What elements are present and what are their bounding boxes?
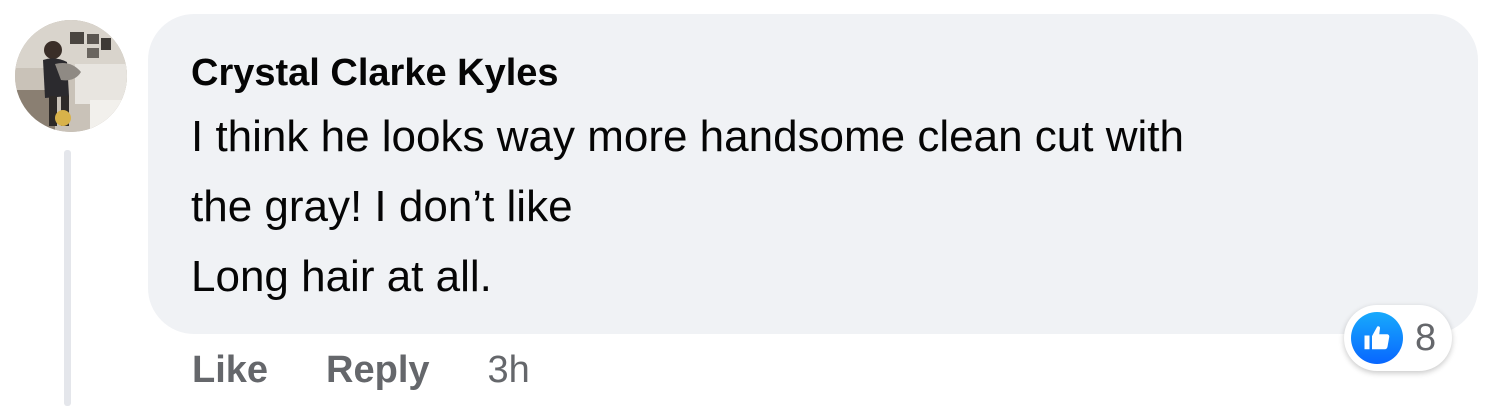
avatar-photo bbox=[15, 20, 127, 132]
comment-timestamp[interactable]: 3h bbox=[488, 349, 530, 392]
thread-line bbox=[64, 150, 71, 406]
comment-bubble: Crystal Clarke Kyles I think he looks wa… bbox=[148, 14, 1478, 334]
comment-container: Crystal Clarke Kyles I think he looks wa… bbox=[0, 0, 1504, 406]
avatar[interactable] bbox=[15, 20, 127, 132]
comment-author[interactable]: Crystal Clarke Kyles bbox=[191, 50, 1438, 96]
reaction-count: 8 bbox=[1415, 316, 1437, 359]
reaction-summary[interactable]: 8 bbox=[1344, 305, 1453, 371]
reply-button[interactable]: Reply bbox=[326, 349, 429, 392]
comment-actions: Like Reply 3h bbox=[192, 344, 530, 396]
like-button[interactable]: Like bbox=[192, 349, 268, 392]
thumbs-up-icon bbox=[1351, 312, 1403, 364]
comment-text: I think he looks way more handsome clean… bbox=[191, 112, 1184, 301]
